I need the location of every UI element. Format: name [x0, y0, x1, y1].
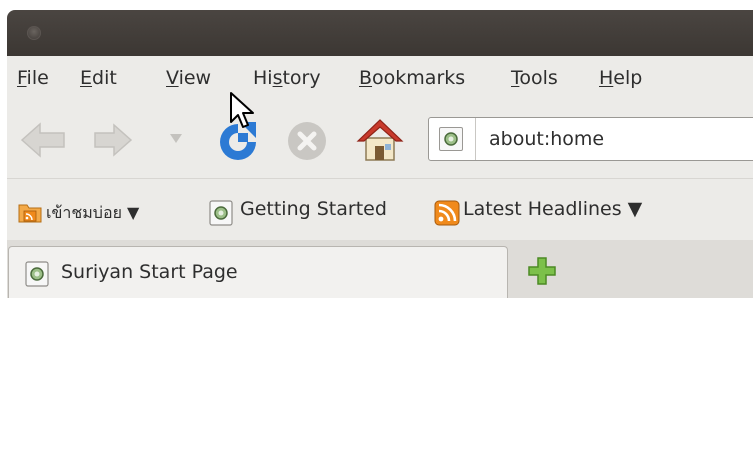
stop-icon[interactable]	[286, 120, 328, 162]
forward-arrow-icon[interactable]	[93, 120, 135, 160]
plus-icon[interactable]	[527, 256, 557, 286]
tab-title: Suriyan Start Page	[61, 261, 238, 283]
menu-help[interactable]: Help	[599, 67, 642, 89]
home-icon[interactable]	[355, 116, 405, 164]
menu-history[interactable]: History	[253, 67, 321, 89]
window-close-button[interactable]	[27, 26, 41, 40]
url-bar[interactable]: about:home	[428, 117, 753, 161]
bookmark-latest-headlines-label: Latest Headlines ▼	[463, 198, 643, 220]
window-titlebar[interactable]	[7, 10, 753, 56]
menu-file[interactable]: File	[17, 67, 49, 89]
page-icon	[209, 200, 233, 226]
history-dropdown-icon[interactable]	[169, 132, 183, 144]
menu-bookmarks[interactable]: Bookmarks	[359, 67, 465, 89]
url-bar-divider	[475, 118, 476, 160]
bookmark-getting-started-label: Getting Started	[240, 198, 387, 220]
menubar: File Edit View History Bookmarks Tools H…	[7, 56, 753, 98]
folder-rss-icon	[18, 204, 42, 223]
site-identity-icon[interactable]	[439, 127, 463, 151]
bookmark-most-visited-label: เข้าชมบ่อย ▼	[46, 203, 140, 222]
menu-view[interactable]: View	[166, 67, 211, 89]
back-arrow-icon[interactable]	[18, 120, 68, 160]
menu-tools[interactable]: Tools	[511, 67, 558, 89]
rss-icon	[434, 200, 460, 226]
page-content[interactable]	[7, 298, 753, 463]
page-icon	[25, 261, 49, 287]
tab-suriyan-start-page[interactable]: Suriyan Start Page	[8, 246, 508, 298]
menu-edit[interactable]: Edit	[80, 67, 117, 89]
url-text[interactable]: about:home	[489, 128, 604, 150]
mouse-cursor-icon	[230, 92, 254, 128]
